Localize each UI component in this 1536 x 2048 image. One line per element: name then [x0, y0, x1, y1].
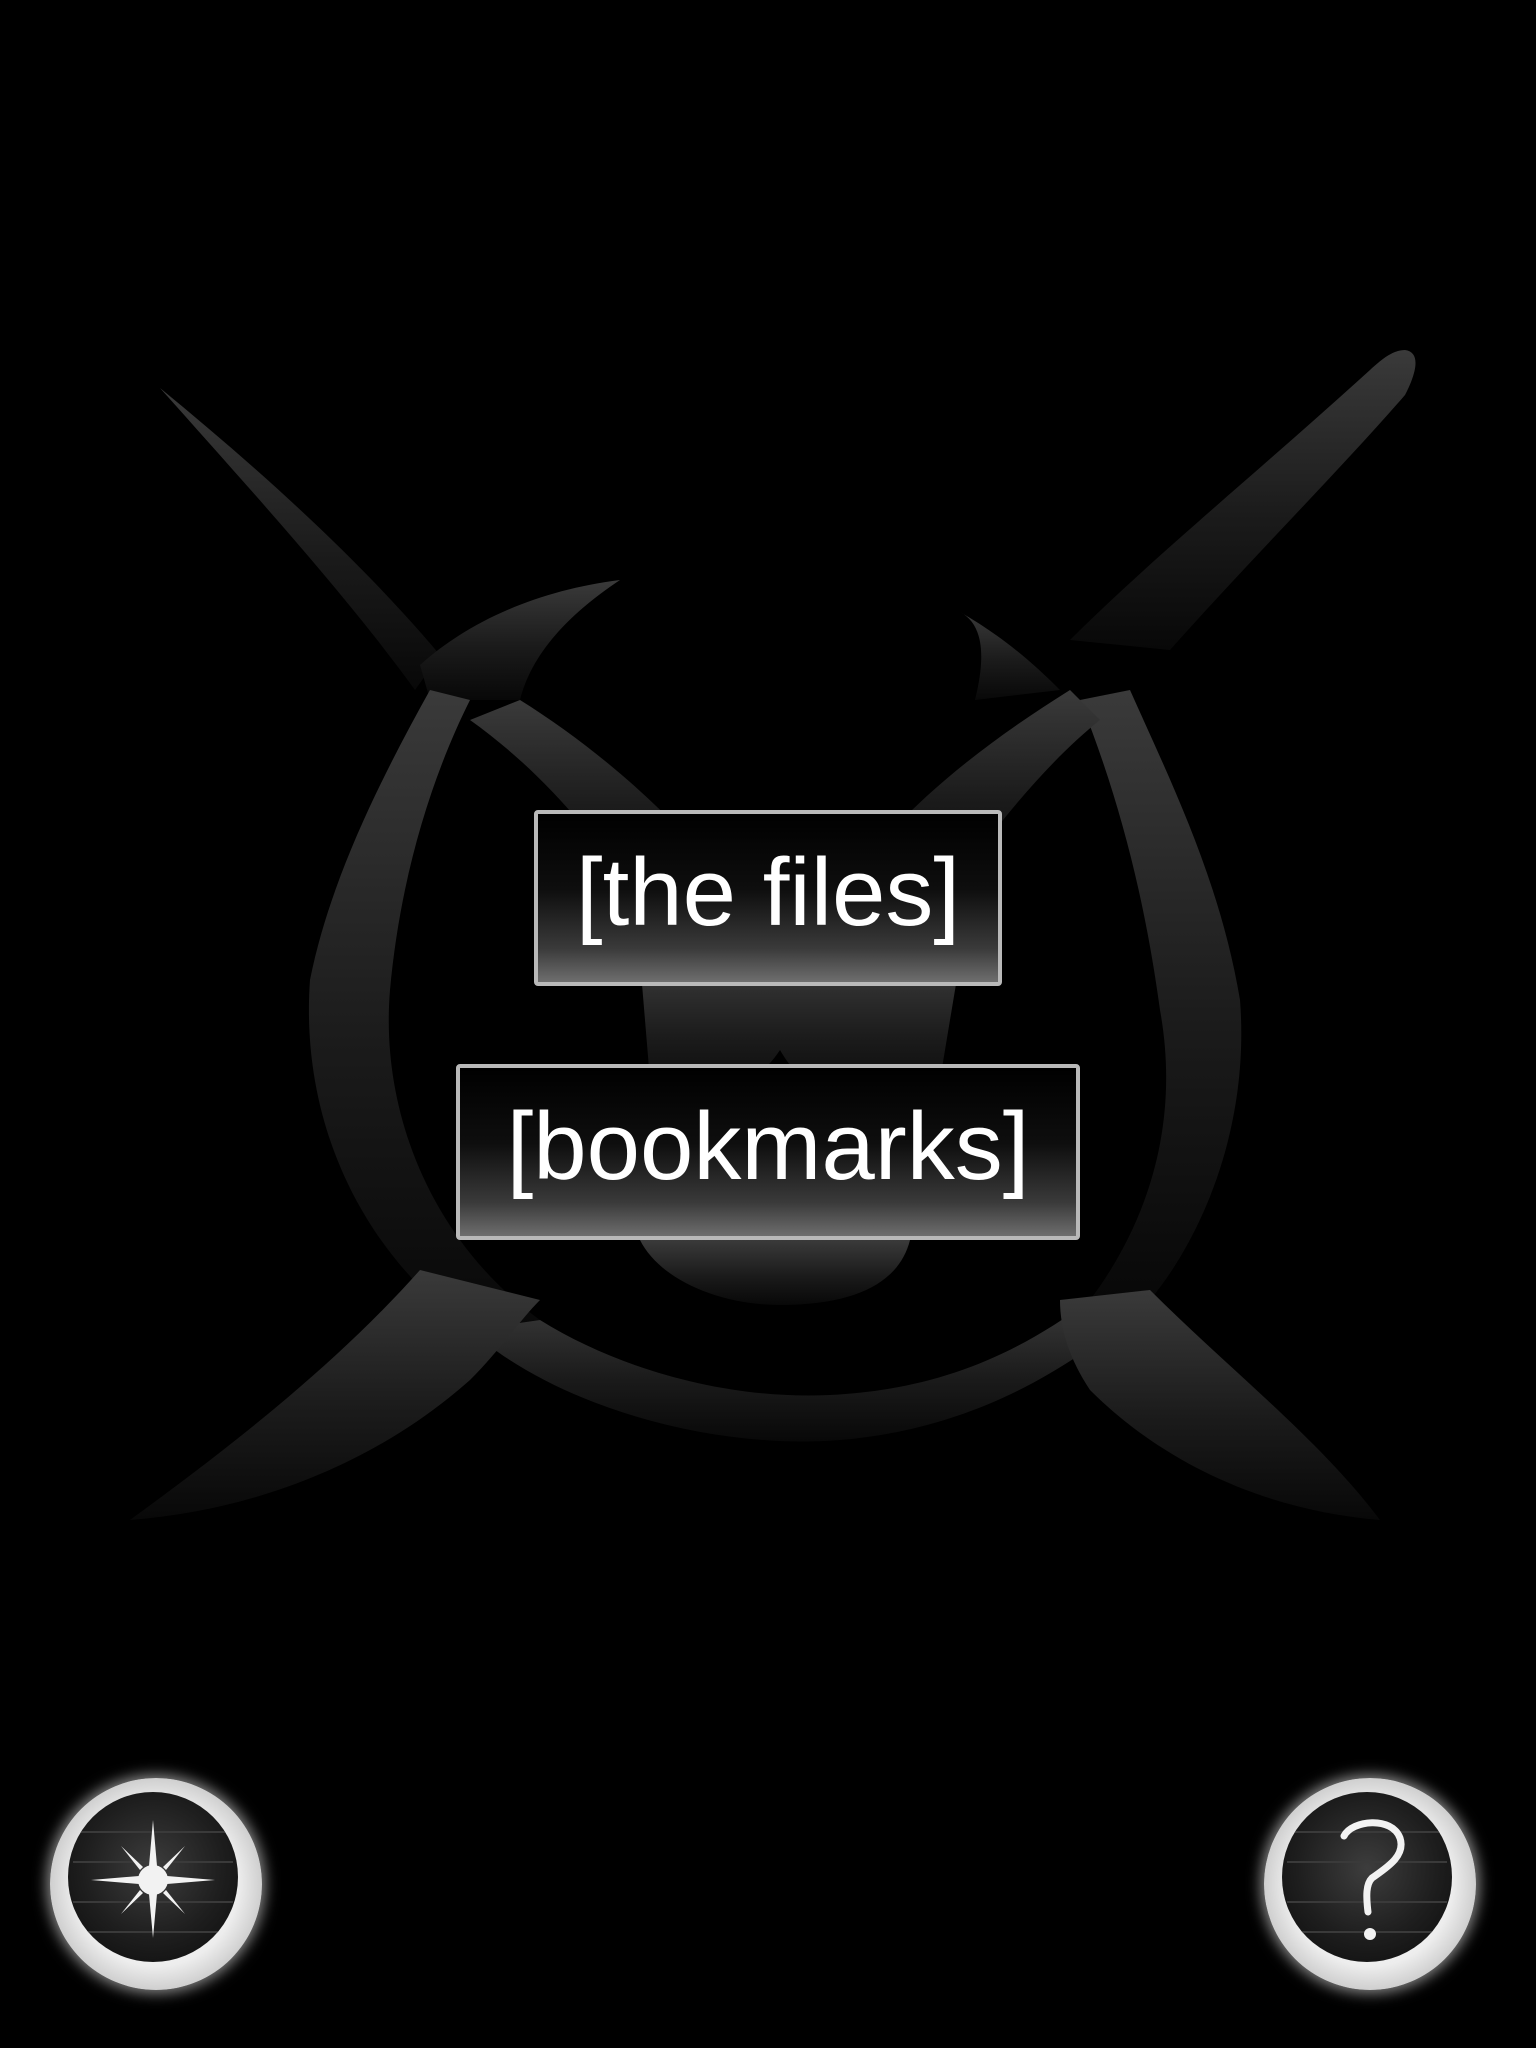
settings-button[interactable] — [50, 1778, 262, 1990]
question-mark-icon — [1287, 1819, 1447, 1940]
sun-icon — [73, 1820, 233, 1938]
bookmarks-label: [bookmarks] — [506, 1093, 1030, 1200]
help-button-face — [1282, 1792, 1452, 1962]
the-files-label: [the files] — [575, 839, 961, 946]
app-screen: [the files] [bookmarks] — [0, 0, 1536, 2048]
the-files-button[interactable]: [the files] — [534, 810, 1002, 986]
settings-button-face — [68, 1792, 238, 1962]
emblem-logo — [130, 350, 1416, 1520]
bookmarks-button[interactable]: [bookmarks] — [456, 1064, 1080, 1240]
help-button[interactable] — [1264, 1778, 1476, 1990]
